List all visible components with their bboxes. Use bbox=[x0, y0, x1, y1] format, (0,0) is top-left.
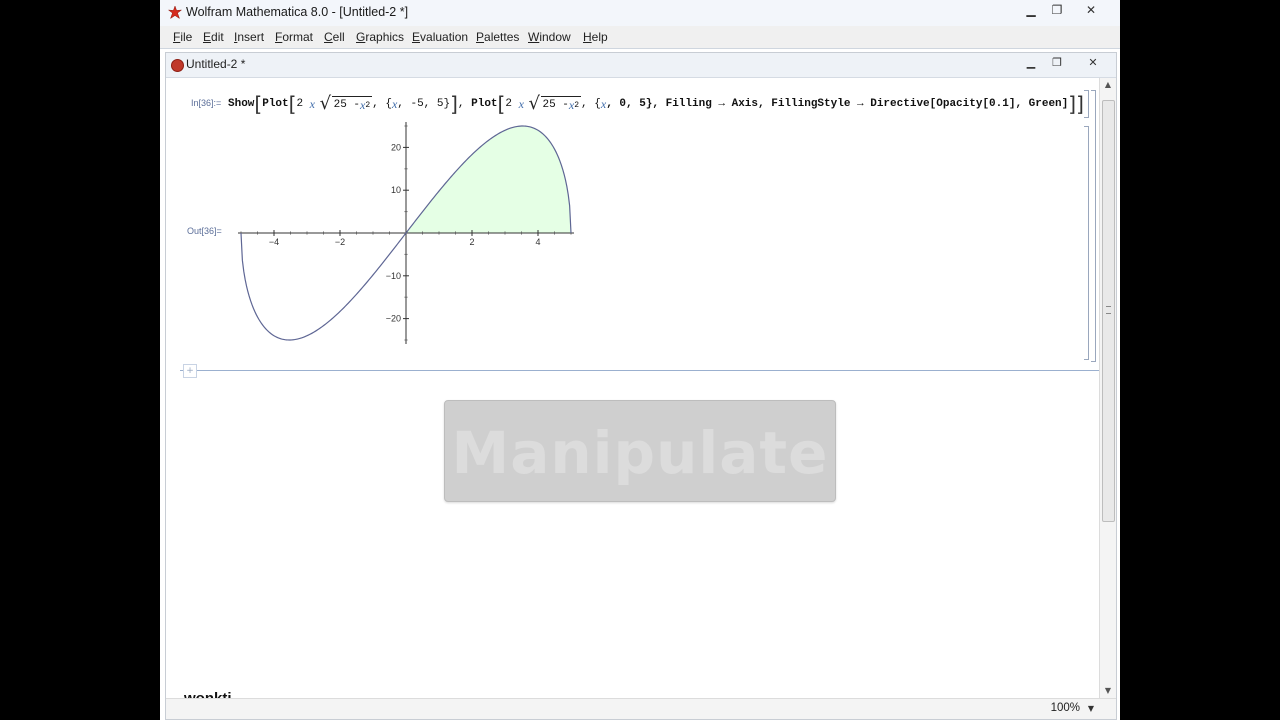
scroll-thumb[interactable] bbox=[1102, 100, 1115, 522]
mathematica-window: Wolfram Mathematica 8.0 - [Untitled-2 *]… bbox=[160, 0, 1120, 720]
y-tick-label: 20 bbox=[391, 142, 401, 152]
sqrt-expression: 25 - x2 bbox=[320, 93, 373, 114]
show-keyword: Show bbox=[228, 98, 255, 110]
scroll-down-icon[interactable]: ▼ bbox=[1100, 684, 1116, 698]
exponent: 2 bbox=[365, 100, 371, 110]
mathematica-star-icon bbox=[168, 6, 182, 20]
sqrt-body: 25 - bbox=[542, 99, 569, 111]
zoom-dropdown-icon[interactable]: ▼ bbox=[1088, 704, 1094, 713]
notebook-restore-icon[interactable]: ❐ bbox=[1045, 55, 1069, 71]
menu-cell[interactable]: Cell bbox=[324, 30, 345, 44]
window-title: Wolfram Mathematica 8.0 - [Untitled-2 *] bbox=[186, 5, 409, 19]
open-bracket: [ bbox=[497, 92, 506, 116]
output-cell-bracket[interactable] bbox=[1084, 126, 1089, 360]
range-open: , { bbox=[372, 98, 392, 110]
coefficient: 2 bbox=[505, 98, 512, 110]
input-cell-bracket[interactable] bbox=[1084, 90, 1089, 118]
close-bracket: ] bbox=[1076, 92, 1084, 116]
menu-palettes[interactable]: Palettes bbox=[476, 30, 519, 44]
y-tick-label: 10 bbox=[391, 185, 401, 195]
x-tick-label: −2 bbox=[335, 237, 345, 247]
close-bracket: ] bbox=[450, 92, 458, 116]
close-icon[interactable]: ✕ bbox=[1078, 2, 1104, 18]
status-bar: 100% ▼ bbox=[166, 698, 1116, 719]
add-cell-icon[interactable]: + bbox=[183, 364, 197, 378]
range-values: , -5, 5} bbox=[397, 98, 451, 110]
plot-graphic[interactable]: −4 −2 2 4 −20 −10 10 20 bbox=[226, 118, 576, 348]
open-bracket: [ bbox=[254, 92, 263, 116]
notebook-content[interactable]: In[36]:= Show[Plot[2 x 25 - x2, {x, -5, … bbox=[166, 78, 1100, 707]
notebook-close-icon[interactable]: ✕ bbox=[1081, 55, 1105, 71]
group-cell-bracket[interactable] bbox=[1091, 90, 1096, 362]
input-cell[interactable]: Show[Plot[2 x 25 - x2, {x, -5, 5}], Plot… bbox=[228, 92, 1084, 116]
x-tick-label: −4 bbox=[269, 237, 279, 247]
menu-file[interactable]: File bbox=[173, 30, 192, 44]
notebook-icon bbox=[171, 59, 184, 72]
coefficient: 2 bbox=[296, 98, 304, 110]
grip-icon bbox=[1106, 306, 1111, 314]
menu-format[interactable]: Format bbox=[275, 30, 313, 44]
x-tick-label: 4 bbox=[535, 237, 540, 247]
exponent: 2 bbox=[574, 100, 580, 110]
y-tick-label: −10 bbox=[386, 271, 401, 281]
zoom-level[interactable]: 100% bbox=[1051, 702, 1080, 714]
notebook-title-bar: Untitled-2 * ▁ ❐ ✕ bbox=[166, 53, 1116, 78]
sqrt-expression: 25 - x2 bbox=[529, 93, 582, 114]
plot-keyword: Plot bbox=[262, 98, 289, 110]
notebook-title: Untitled-2 * bbox=[186, 57, 246, 71]
cell-insertion-line bbox=[180, 370, 1100, 371]
separator: , bbox=[457, 98, 465, 110]
restore-icon[interactable]: ❐ bbox=[1044, 2, 1070, 18]
sqrt-body: 25 - bbox=[333, 99, 360, 111]
menu-help[interactable]: Help bbox=[583, 30, 608, 44]
open-bracket: [ bbox=[288, 92, 297, 116]
y-tick-label: −20 bbox=[386, 314, 401, 324]
minimize-icon[interactable]: ▁ bbox=[1018, 2, 1044, 18]
menu-evaluation[interactable]: Evaluation bbox=[412, 30, 468, 44]
title-bar: Wolfram Mathematica 8.0 - [Untitled-2 *]… bbox=[160, 0, 1120, 27]
output-label: Out[36]= bbox=[187, 226, 222, 236]
filling-area bbox=[406, 126, 571, 233]
range-and-options: , 0, 5}, Filling → Axis, FillingStyle → … bbox=[606, 98, 1069, 110]
menu-insert[interactable]: Insert bbox=[234, 30, 264, 44]
input-label: In[36]:= bbox=[191, 98, 222, 108]
range-open: , { bbox=[581, 98, 601, 110]
menu-bar: File Edit Insert Format Cell Graphics Ev… bbox=[160, 26, 1120, 49]
menu-edit[interactable]: Edit bbox=[203, 30, 224, 44]
plot-keyword: Plot bbox=[471, 98, 498, 110]
menu-window[interactable]: Window bbox=[528, 30, 571, 44]
variable-x: x bbox=[309, 96, 315, 111]
variable-x: x bbox=[518, 96, 524, 111]
notebook-minimize-icon[interactable]: ▁ bbox=[1019, 55, 1043, 71]
scroll-up-icon[interactable]: ▲ bbox=[1100, 78, 1116, 92]
manipulate-text: Manipulate bbox=[451, 419, 829, 487]
manipulate-overlay: Manipulate bbox=[444, 400, 836, 502]
x-tick-label: 2 bbox=[469, 237, 474, 247]
notebook-window: Untitled-2 * ▁ ❐ ✕ In[36]:= Show[Plot[2 … bbox=[165, 52, 1117, 720]
vertical-scrollbar[interactable]: ▲ ▼ bbox=[1099, 78, 1116, 698]
menu-graphics[interactable]: Graphics bbox=[356, 30, 404, 44]
close-bracket: ] bbox=[1068, 92, 1077, 116]
